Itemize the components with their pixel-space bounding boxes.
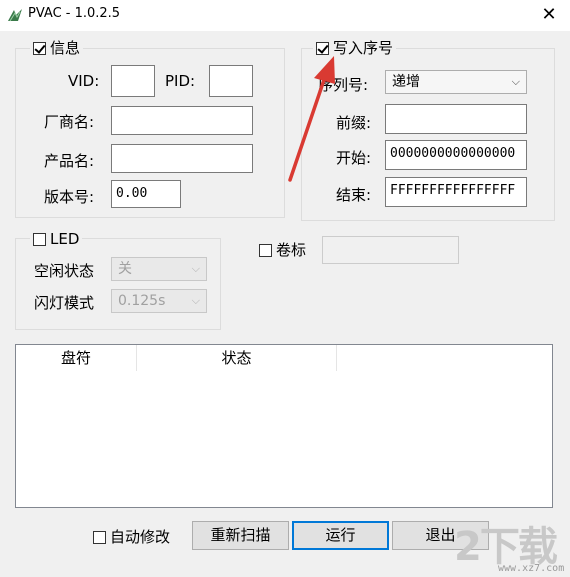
auto-fix-checkbox[interactable]: 自动修改: [90, 528, 174, 546]
watermark-url: www.xz7.com: [498, 563, 565, 574]
chevron-down-icon: ⌵: [191, 262, 200, 275]
app-icon: [8, 9, 22, 22]
end-input[interactable]: FFFFFFFFFFFFFFFF: [385, 177, 527, 207]
auto-fix-label: 自动修改: [110, 528, 171, 546]
red-arrow-annotation: [288, 56, 335, 182]
checkbox-icon: [259, 243, 272, 257]
vendor-label: 厂商名:: [44, 113, 95, 131]
version-label: 版本号:: [44, 188, 95, 206]
idle-state-select[interactable]: 关 ⌵: [111, 257, 207, 281]
product-input[interactable]: [111, 144, 253, 173]
checkbox-icon: [33, 41, 46, 55]
checkbox-icon: [93, 530, 106, 544]
product-label: 产品名:: [44, 152, 95, 170]
info-label: 信息: [50, 39, 81, 57]
led-group: [15, 238, 221, 330]
idle-state-label: 空闲状态: [34, 262, 95, 280]
chevron-down-icon: ⌵: [191, 294, 200, 307]
led-checkbox[interactable]: LED: [30, 230, 83, 248]
vid-label: VID:: [68, 72, 100, 90]
vid-input[interactable]: [111, 65, 155, 97]
blink-mode-label: 闪灯模式: [34, 294, 95, 312]
version-input[interactable]: 0.00: [111, 180, 181, 208]
pid-input[interactable]: [209, 65, 253, 97]
led-label: LED: [50, 230, 80, 248]
rescan-button[interactable]: 重新扫描: [192, 521, 289, 550]
sequence-select[interactable]: 递增 ⌵: [385, 70, 527, 94]
watermark-logo: 2下载: [454, 524, 558, 570]
run-button[interactable]: 运行: [292, 521, 389, 550]
drive-list[interactable]: 盘符 状态: [15, 344, 553, 508]
start-input[interactable]: 0000000000000000: [385, 140, 527, 170]
checkbox-icon: [33, 232, 46, 246]
idle-state-value: 关: [118, 261, 132, 277]
column-drive-letter[interactable]: 盘符: [16, 345, 137, 371]
column-status[interactable]: 状态: [137, 345, 337, 371]
chevron-down-icon: ⌵: [511, 75, 520, 88]
info-checkbox[interactable]: 信息: [30, 39, 84, 57]
volume-input[interactable]: [322, 236, 459, 264]
close-button[interactable]: ✕: [528, 0, 570, 31]
vendor-input[interactable]: [111, 106, 253, 135]
volume-label: 卷标: [276, 241, 307, 259]
prefix-input[interactable]: [385, 104, 527, 134]
close-icon: ✕: [541, 4, 557, 25]
window-title: PVAC - 1.0.2.5: [28, 6, 121, 21]
volume-checkbox[interactable]: 卷标: [256, 241, 310, 259]
sequence-value: 递增: [392, 74, 420, 90]
pid-label: PID:: [165, 72, 196, 90]
blink-mode-select[interactable]: 0.125s ⌵: [111, 289, 207, 313]
blink-mode-value: 0.125s: [118, 293, 166, 309]
